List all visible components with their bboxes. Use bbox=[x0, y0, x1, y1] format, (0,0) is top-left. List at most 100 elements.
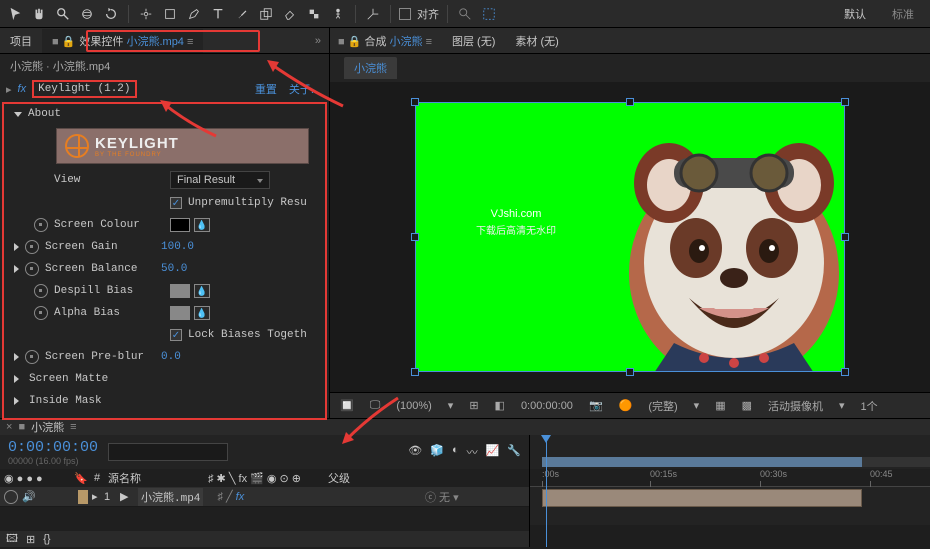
expand-icon[interactable] bbox=[14, 243, 19, 251]
region-icon[interactable]: ▦ bbox=[711, 398, 729, 413]
layer-name[interactable]: 小浣熊.mp4 bbox=[138, 488, 203, 506]
stopwatch-icon[interactable] bbox=[34, 306, 48, 320]
frame-blend-icon[interactable]: ◐ bbox=[452, 444, 459, 460]
zoom-dropdown[interactable]: (100%) bbox=[392, 399, 435, 413]
layer-tab[interactable]: 图层 (无) bbox=[452, 33, 495, 49]
zoom-tool[interactable] bbox=[54, 5, 72, 23]
rect-tool[interactable] bbox=[161, 5, 179, 23]
stopwatch-icon[interactable] bbox=[25, 262, 39, 276]
transform-handle[interactable] bbox=[841, 233, 849, 241]
effect-name[interactable]: Keylight (1.2) bbox=[32, 80, 136, 98]
views-dropdown[interactable]: 1个 bbox=[857, 397, 882, 415]
layer-row[interactable]: 🔊 ▸ 1 ▶ 小浣熊.mp4 ♯ ╱ fx ⓒ 无 ▾ bbox=[0, 487, 529, 507]
resolution-dropdown[interactable]: (完整) bbox=[644, 397, 681, 415]
pen-tool[interactable] bbox=[185, 5, 203, 23]
rotate-tool[interactable] bbox=[102, 5, 120, 23]
camera-dropdown[interactable]: 活动摄像机 bbox=[764, 397, 827, 415]
mask-icon[interactable]: ◧ bbox=[491, 398, 509, 413]
eyedropper-icon[interactable]: 💧 bbox=[194, 306, 210, 320]
eyedropper-icon[interactable]: 💧 bbox=[194, 284, 210, 298]
stopwatch-icon[interactable] bbox=[34, 218, 48, 232]
text-tool[interactable] bbox=[209, 5, 227, 23]
reset-link[interactable]: 重置 bbox=[255, 81, 277, 97]
transparency-icon[interactable]: ▩ bbox=[738, 398, 756, 413]
source-tab[interactable]: 素材 (无) bbox=[515, 33, 558, 49]
layer-clip[interactable] bbox=[542, 489, 862, 507]
hand-tool[interactable] bbox=[30, 5, 48, 23]
unpremult-checkbox[interactable] bbox=[170, 197, 182, 209]
transform-handle[interactable] bbox=[626, 98, 634, 106]
chevron-down-icon[interactable]: ▾ bbox=[444, 398, 458, 413]
mask-mode-icon[interactable] bbox=[480, 5, 498, 23]
visibility-toggle[interactable] bbox=[4, 490, 18, 504]
puppet-tool[interactable] bbox=[329, 5, 347, 23]
transform-handle[interactable] bbox=[411, 233, 419, 241]
colour-swatch[interactable] bbox=[170, 284, 190, 298]
about-link[interactable]: 关于.. bbox=[289, 81, 317, 97]
workspace-standard[interactable]: 标准 bbox=[882, 4, 924, 24]
selection-tool[interactable] bbox=[6, 5, 24, 23]
roto-tool[interactable] bbox=[305, 5, 323, 23]
transform-handle[interactable] bbox=[411, 368, 419, 376]
transform-handle[interactable] bbox=[841, 98, 849, 106]
about-label: About bbox=[28, 108, 61, 120]
transform-handle[interactable] bbox=[626, 368, 634, 376]
display-icon[interactable]: 🖵 bbox=[366, 398, 385, 413]
prop-screengain-label: Screen Gain bbox=[45, 241, 155, 253]
shy-icon[interactable]: 👁 bbox=[408, 444, 422, 460]
transform-handle[interactable] bbox=[841, 368, 849, 376]
view-dropdown[interactable]: Final Result bbox=[170, 171, 270, 189]
graph-icon[interactable]: 📈 bbox=[486, 444, 500, 460]
brush-tool[interactable] bbox=[233, 5, 251, 23]
colour-swatch[interactable] bbox=[170, 218, 190, 232]
align-label: 对齐 bbox=[417, 6, 439, 22]
panel-menu-icon[interactable]: » bbox=[315, 35, 321, 47]
search-icon[interactable] bbox=[456, 5, 474, 23]
search-input[interactable] bbox=[108, 443, 228, 461]
local-axis-icon[interactable] bbox=[364, 5, 382, 23]
expand-icon[interactable] bbox=[14, 112, 22, 117]
timecode-display[interactable]: 0:00:00:00 bbox=[517, 399, 577, 413]
eraser-tool[interactable] bbox=[281, 5, 299, 23]
orbit-tool[interactable] bbox=[78, 5, 96, 23]
timeline-tab[interactable]: 小浣熊 bbox=[31, 419, 64, 435]
motion-blur-icon[interactable]: 〰 bbox=[467, 444, 478, 460]
preview-toolbar: 🔲 🖵 (100%) ▾ ⊞ ◧ 0:00:00:00 📷 🟠 (完整) ▾ ▦… bbox=[330, 392, 930, 418]
anchor-tool[interactable] bbox=[137, 5, 155, 23]
screen-balance-value[interactable]: 50.0 bbox=[161, 263, 187, 275]
playhead[interactable] bbox=[546, 435, 547, 547]
time-ruler[interactable]: :00s 00:15s 00:30s 00:45 bbox=[530, 469, 930, 487]
magnify-icon[interactable]: 🔲 bbox=[336, 398, 358, 413]
expand-icon[interactable] bbox=[14, 265, 19, 273]
toggle-icon[interactable]: {} bbox=[43, 533, 50, 545]
channel-icon[interactable]: 🟠 bbox=[615, 398, 637, 413]
preblur-value[interactable]: 0.0 bbox=[161, 351, 181, 363]
snapshot-icon[interactable]: 📷 bbox=[585, 398, 607, 413]
snap-checkbox[interactable] bbox=[399, 8, 411, 20]
effect-controls-panel: 项目 ■ 🔒效果控件 小浣熊.mp4 ≡ » 小浣熊 · 小浣熊.mp4 ▸ f… bbox=[0, 28, 330, 418]
clone-tool[interactable] bbox=[257, 5, 275, 23]
colour-swatch[interactable] bbox=[170, 306, 190, 320]
cube-icon[interactable]: 🧊 bbox=[430, 444, 444, 460]
workspace-default[interactable]: 默认 bbox=[834, 4, 876, 24]
lockbiases-checkbox[interactable] bbox=[170, 329, 182, 341]
screen-gain-value[interactable]: 100.0 bbox=[161, 241, 194, 253]
comp-tab[interactable]: ■ 🔒 合成 小浣熊 ≡ bbox=[338, 33, 432, 49]
stopwatch-icon[interactable] bbox=[25, 240, 39, 254]
wrench-icon[interactable]: 🔧 bbox=[507, 444, 521, 460]
current-timecode[interactable]: 0:00:00:00 bbox=[8, 439, 98, 456]
eyedropper-icon[interactable]: 💧 bbox=[194, 218, 210, 232]
expand-icon[interactable] bbox=[14, 397, 19, 405]
annotation-box bbox=[86, 30, 260, 52]
expand-icon[interactable] bbox=[14, 353, 19, 361]
transform-handle[interactable] bbox=[411, 98, 419, 106]
stopwatch-icon[interactable] bbox=[34, 284, 48, 298]
track-area[interactable] bbox=[530, 487, 930, 547]
composition-viewport[interactable]: VJshi.com 下载后高清无水印 bbox=[330, 82, 930, 392]
stopwatch-icon[interactable] bbox=[25, 350, 39, 364]
toggle-icon[interactable]: ⊞ bbox=[26, 533, 35, 546]
expand-icon[interactable] bbox=[14, 375, 19, 383]
project-tab[interactable]: 项目 bbox=[0, 29, 42, 53]
grid-icon[interactable]: ⊞ bbox=[465, 398, 482, 413]
toggle-icon[interactable]: 🖾 bbox=[6, 530, 18, 549]
